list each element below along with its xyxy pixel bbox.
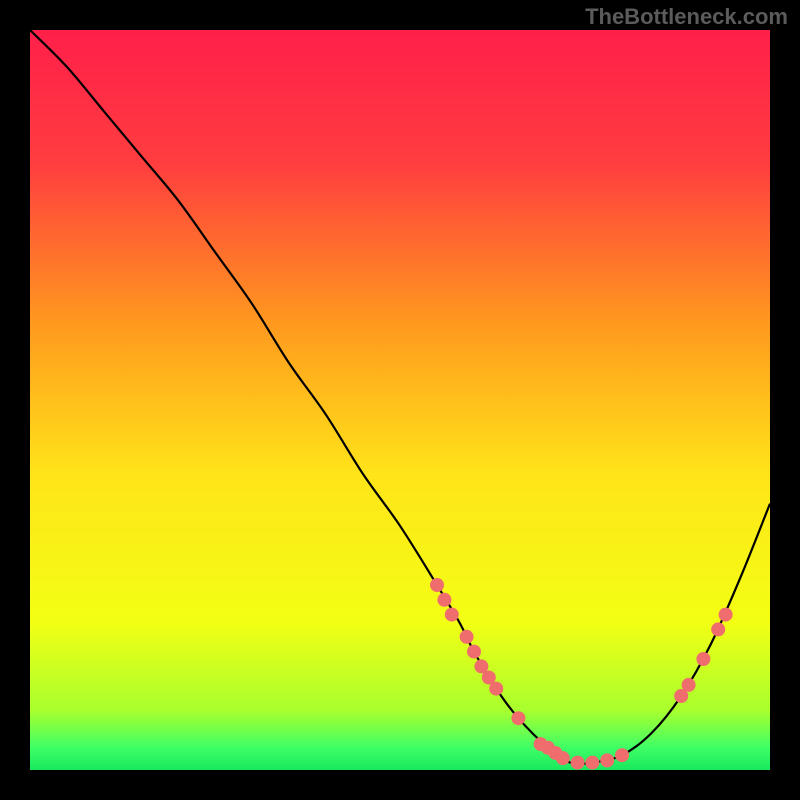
marker-point bbox=[460, 630, 474, 644]
marker-point bbox=[600, 753, 614, 767]
marker-point bbox=[615, 748, 629, 762]
marker-point bbox=[556, 751, 570, 765]
marker-point bbox=[682, 678, 696, 692]
marker-point bbox=[467, 645, 481, 659]
highlight-markers bbox=[430, 578, 733, 770]
marker-point bbox=[437, 593, 451, 607]
marker-point bbox=[719, 608, 733, 622]
marker-point bbox=[711, 622, 725, 636]
chart-container: TheBottleneck.com bbox=[0, 0, 800, 800]
marker-point bbox=[571, 756, 585, 770]
marker-point bbox=[585, 756, 599, 770]
bottleneck-curve bbox=[30, 30, 770, 764]
marker-point bbox=[489, 682, 503, 696]
marker-point bbox=[511, 711, 525, 725]
marker-point bbox=[430, 578, 444, 592]
plot-area bbox=[30, 30, 770, 770]
attribution-text: TheBottleneck.com bbox=[585, 4, 788, 30]
marker-point bbox=[696, 652, 710, 666]
chart-svg bbox=[30, 30, 770, 770]
marker-point bbox=[445, 608, 459, 622]
